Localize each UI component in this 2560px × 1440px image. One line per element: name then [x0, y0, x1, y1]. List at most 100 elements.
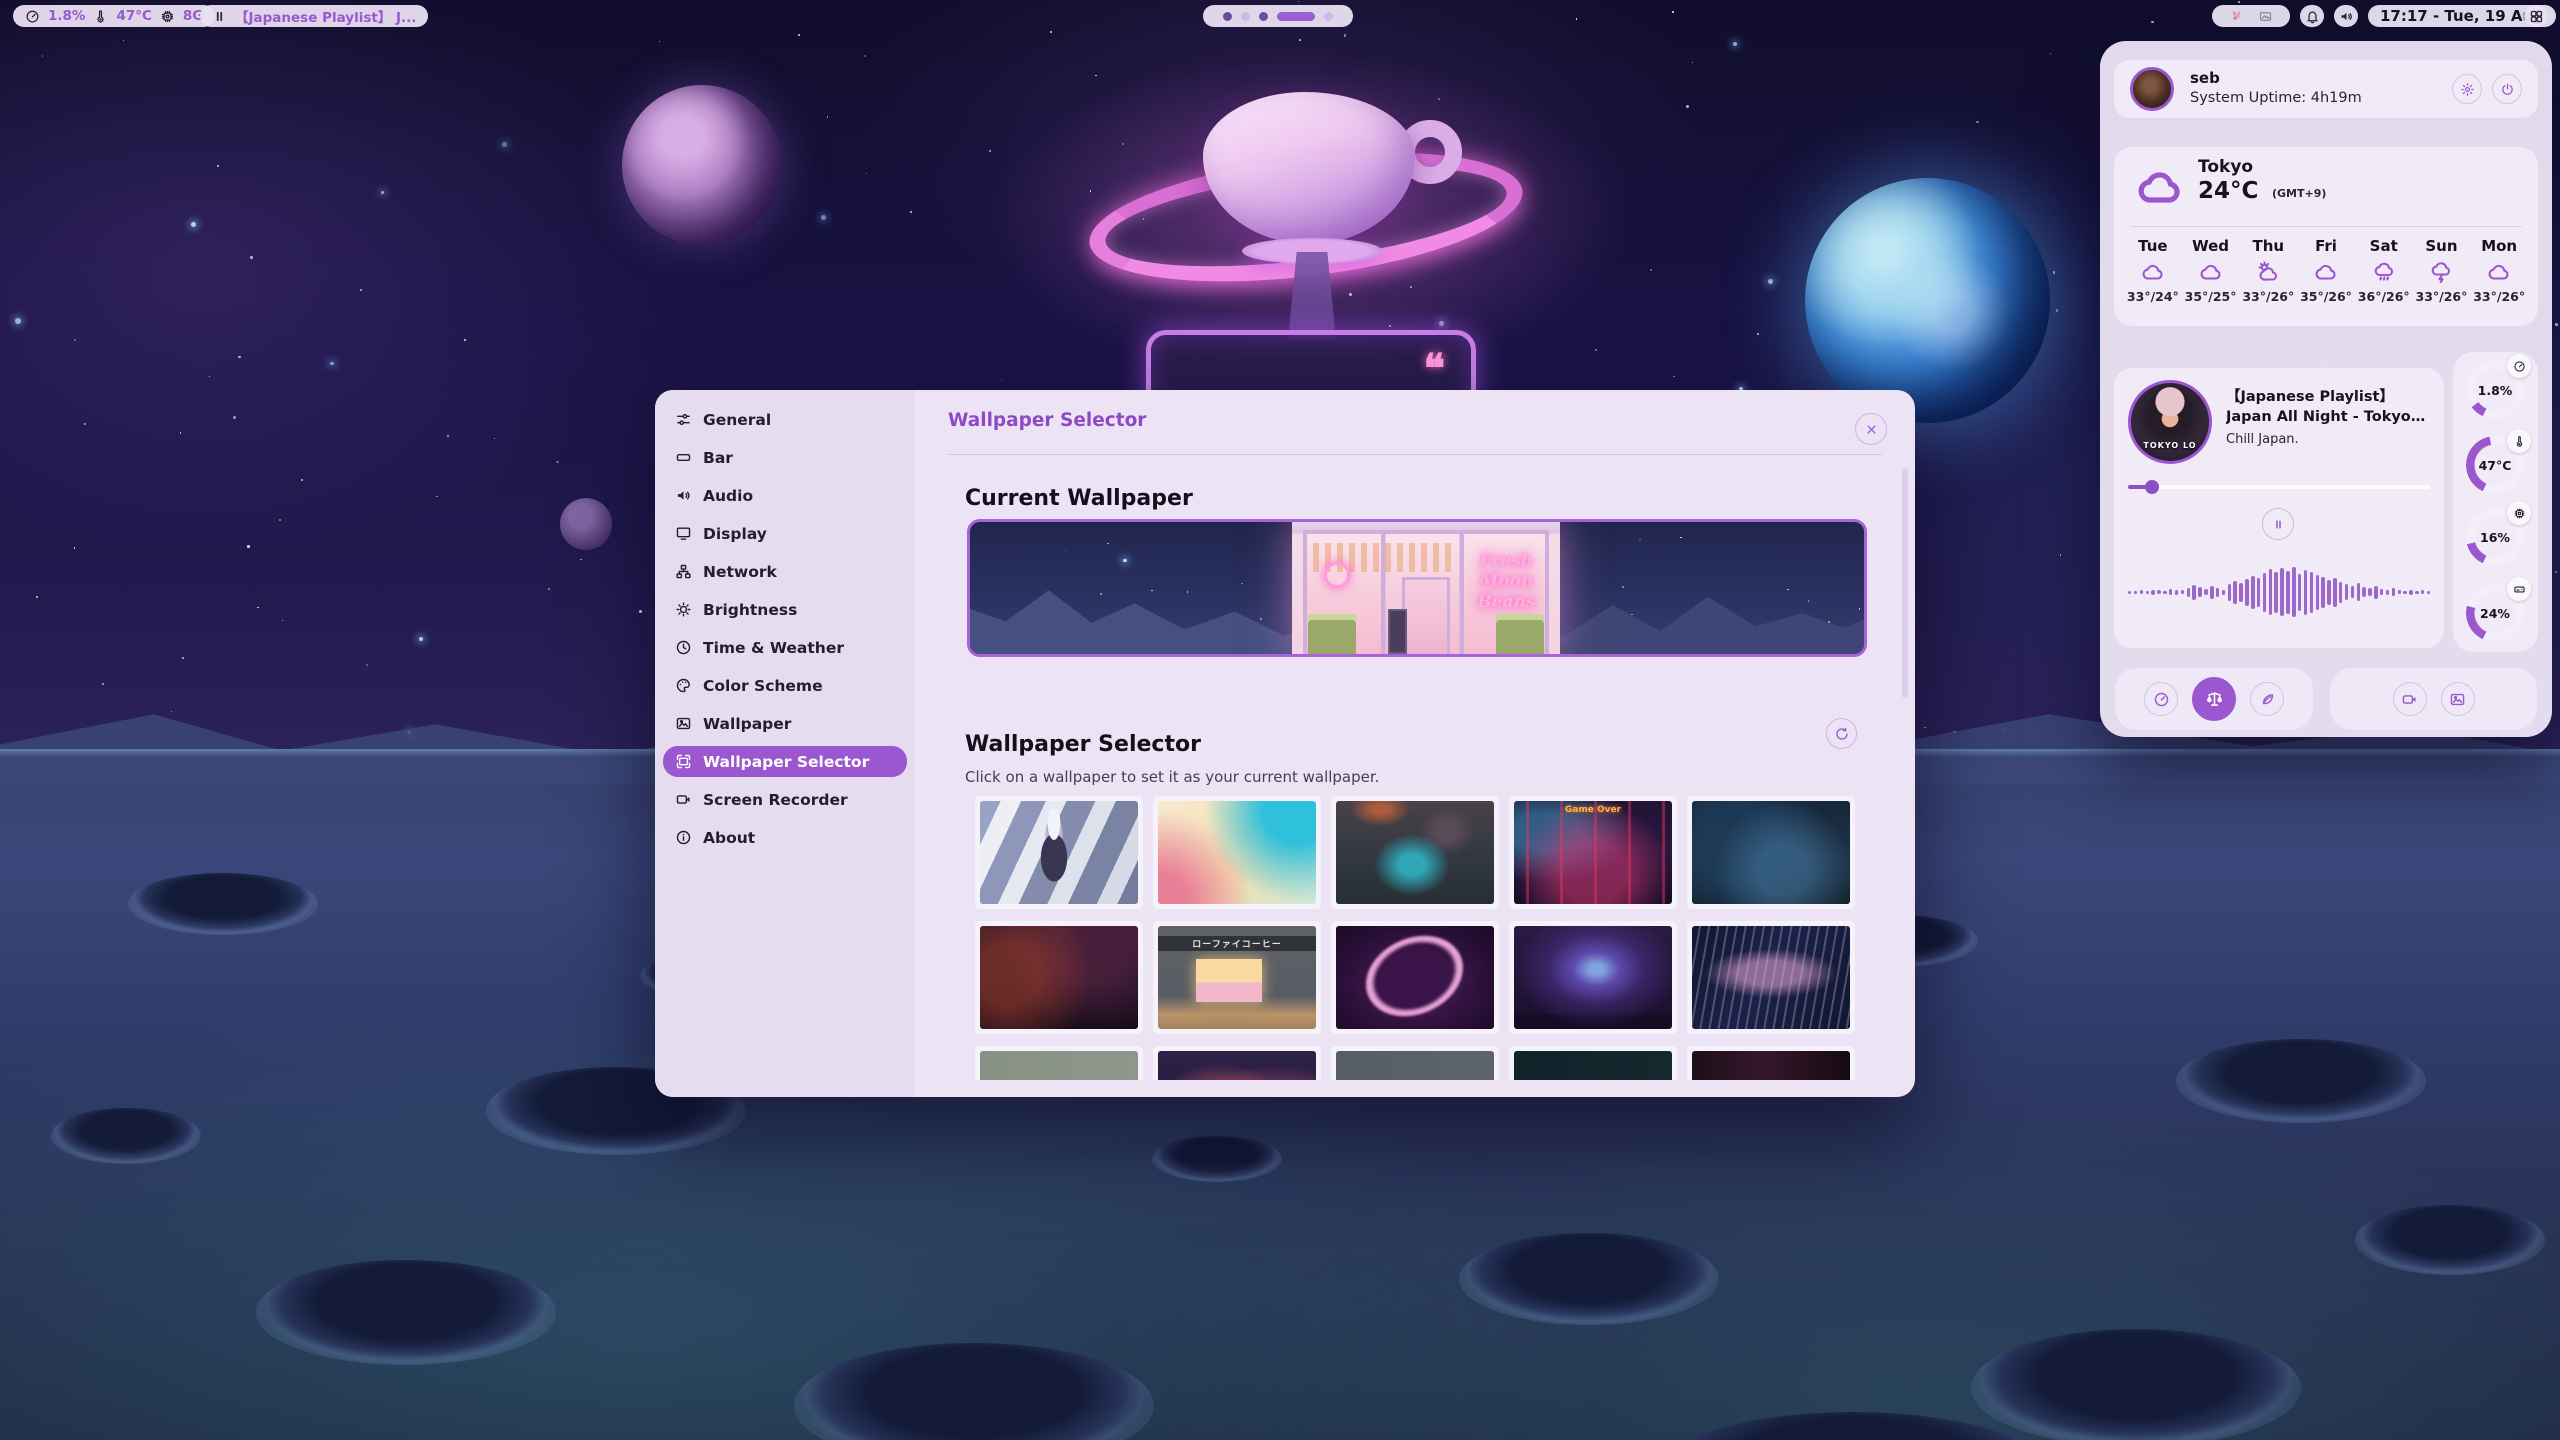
settings-button[interactable]: [2452, 74, 2482, 104]
visualizer-bar: [2327, 580, 2330, 605]
sidebar-item-display[interactable]: Display: [663, 518, 907, 549]
notifications-button[interactable]: [2300, 5, 2324, 27]
drive-icon: [2507, 577, 2531, 601]
gauge-gauge: 1.8%: [2466, 361, 2524, 419]
sidebar-item-label: Color Scheme: [703, 677, 823, 695]
wallpaper-thumb-teal-dark[interactable]: [1509, 1046, 1677, 1080]
refresh-button[interactable]: [1826, 718, 1857, 749]
wallpaper-image: Game Over: [1514, 801, 1672, 904]
track-title: 【Japanese Playlist】 Japan All Night - To…: [2226, 388, 2432, 427]
wallpaper-thumb-snow-village[interactable]: [1687, 796, 1855, 909]
media-pill[interactable]: 【Japanese Playlist】 J...: [200, 5, 428, 27]
tool-image[interactable]: [2441, 682, 2475, 716]
close-button[interactable]: [1855, 413, 1887, 445]
workspace-dot-5[interactable]: [1324, 12, 1333, 21]
wallpaper-thumb-neon-arcade[interactable]: Game Over: [1509, 796, 1677, 909]
wallpaper-thumb-anime-street[interactable]: [975, 796, 1143, 909]
wallpaper-thumb-lofi-cafe[interactable]: ローファイコーヒー: [1153, 921, 1321, 1034]
scrollbar-thumb[interactable]: [1902, 468, 1908, 698]
visualizer-bar: [2392, 588, 2395, 596]
star: [123, 40, 124, 41]
app-launcher-button[interactable]: [2524, 5, 2548, 27]
wallpaper-thumb-pastel-gradient[interactable]: [1153, 796, 1321, 909]
sidebar-item-audio[interactable]: Audio: [663, 480, 907, 511]
star: [330, 362, 333, 365]
sidebar-item-color-scheme[interactable]: Color Scheme: [663, 670, 907, 701]
star: [84, 423, 85, 424]
seek-slider[interactable]: [2128, 480, 2430, 494]
dialog-title: Wallpaper Selector: [948, 410, 1146, 431]
thumb-label: ローファイコーヒー: [1158, 936, 1316, 951]
wallpaper-thumb-maroon-dark[interactable]: [1687, 1046, 1855, 1080]
power-button[interactable]: [2492, 74, 2522, 104]
tool-video[interactable]: [2393, 682, 2427, 716]
sidebar-item-general[interactable]: General: [663, 404, 907, 435]
sidebar-item-bar[interactable]: Bar: [663, 442, 907, 473]
sidebar-item-wallpaper[interactable]: Wallpaper: [663, 708, 907, 739]
cafe-wifi-neon: [1324, 562, 1350, 588]
tools-card: [2330, 668, 2537, 730]
star: [502, 142, 507, 147]
sidebar-item-label: Time & Weather: [703, 639, 844, 657]
sidebar-item-wallpaper-selector[interactable]: Wallpaper Selector: [663, 746, 907, 777]
wallpaper-thumb-nebula-forest[interactable]: [1509, 921, 1677, 1034]
visualizer-bar: [2192, 585, 2195, 600]
visualizer-bar: [2368, 588, 2371, 596]
sidebar-item-about[interactable]: About: [663, 822, 907, 853]
bar-icon: [675, 449, 692, 466]
info-icon: [675, 829, 692, 846]
workspace-dot-1[interactable]: [1223, 12, 1232, 21]
album-art: TOKYO LO: [2128, 380, 2212, 464]
video-icon: [675, 791, 692, 808]
star: [2060, 554, 2062, 556]
tray-screenshot-icon[interactable]: [2258, 9, 2273, 24]
tray-app-icon[interactable]: [2229, 9, 2244, 24]
star: [15, 318, 21, 324]
star: [182, 657, 184, 659]
wallpaper-thumb-wave-mesh[interactable]: [1687, 921, 1855, 1034]
notifications-bell-icon: [2305, 9, 2320, 24]
star: [1595, 349, 1597, 351]
wallpaper-thumb-sage-flat[interactable]: [975, 1046, 1143, 1080]
volume-button[interactable]: [2334, 5, 2358, 27]
sidebar-item-brightness[interactable]: Brightness: [663, 594, 907, 625]
forecast-day-fri: Fri35°/26°: [2297, 237, 2355, 318]
profile-leaf[interactable]: [2250, 682, 2284, 716]
visualizer-bar: [2286, 571, 2289, 614]
wallpaper-thumb-aurora-blur[interactable]: [1331, 796, 1499, 909]
seek-thumb[interactable]: [2145, 480, 2159, 494]
visualizer-bar: [2269, 569, 2272, 615]
day-label: Wed: [2192, 237, 2229, 255]
sidebar-item-screen-recorder[interactable]: Screen Recorder: [663, 784, 907, 815]
workspace-dot-3[interactable]: [1259, 12, 1268, 21]
star: [419, 637, 423, 641]
sidebar-item-time-weather[interactable]: Time & Weather: [663, 632, 907, 663]
star: [464, 339, 466, 341]
visualizer-bar: [2351, 586, 2354, 598]
star: [1631, 614, 1633, 616]
album-caption: TOKYO LO: [2131, 441, 2209, 450]
palette-icon: [675, 677, 692, 694]
star: [217, 165, 219, 167]
profile-scales[interactable]: [2192, 677, 2236, 721]
play-pause-button[interactable]: [2262, 508, 2294, 540]
star: [2053, 271, 2056, 274]
wallpaper-image: [1692, 1051, 1850, 1080]
sidebar-item-label: About: [703, 829, 755, 847]
brightness-icon: [675, 601, 692, 618]
wallpaper-thumb-slate-flat[interactable]: [1331, 1046, 1499, 1080]
power-profile-buttons: [2115, 668, 2313, 730]
star: [1859, 608, 1861, 610]
wallpaper-thumb-purple-ring[interactable]: [1331, 921, 1499, 1034]
profile-gauge[interactable]: [2144, 682, 2178, 716]
workspace-dot-4[interactable]: [1277, 12, 1315, 21]
sidebar-item-network[interactable]: Network: [663, 556, 907, 587]
workspace-dot-2[interactable]: [1241, 12, 1250, 21]
wallpaper-thumb-ember-forest[interactable]: [975, 921, 1143, 1034]
apps-grid-icon: [2529, 9, 2544, 24]
pause-icon[interactable]: [212, 9, 227, 24]
visualizer-bar: [2140, 590, 2143, 594]
wallpaper-thumb-coral-dark[interactable]: [1153, 1046, 1321, 1080]
visualizer-bar: [2151, 590, 2154, 595]
visualizer-bar: [2321, 577, 2324, 608]
